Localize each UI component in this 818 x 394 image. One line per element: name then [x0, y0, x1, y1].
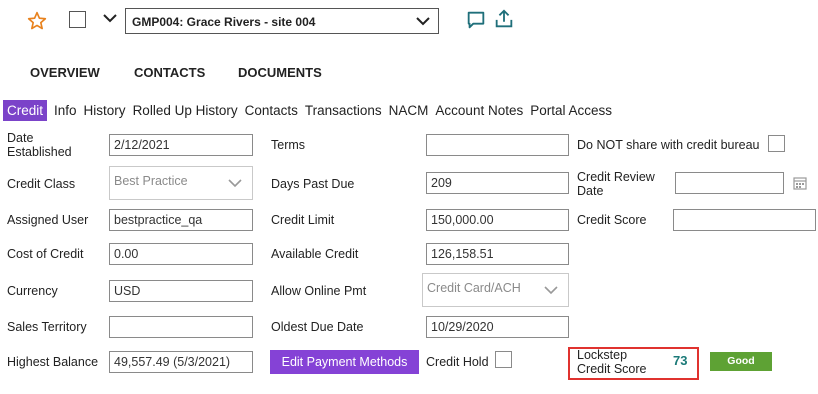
chevron-down-icon: [544, 286, 558, 295]
credit-limit-input[interactable]: 150,000.00: [426, 209, 569, 231]
calendar-icon[interactable]: [793, 176, 807, 190]
star-icon[interactable]: [27, 11, 47, 31]
credit-score-input[interactable]: [673, 209, 816, 231]
date-established-input[interactable]: 2/12/2021: [109, 134, 253, 156]
chevron-down-icon: [416, 17, 430, 26]
lockstep-credit-score-label: Lockstep Credit Score: [577, 348, 647, 376]
subtab-nacm[interactable]: NACM: [389, 100, 436, 121]
date-established-label: Date Established: [7, 131, 72, 159]
credit-score-label: Credit Score: [577, 213, 647, 227]
subtab-portal-access[interactable]: Portal Access: [530, 100, 619, 121]
days-past-due-input[interactable]: 209: [426, 172, 569, 194]
oldest-due-date-input[interactable]: 10/29/2020: [426, 316, 569, 338]
select-checkbox[interactable]: [69, 11, 86, 28]
tab-contacts[interactable]: CONTACTS: [134, 65, 205, 80]
subtab-account-notes[interactable]: Account Notes: [435, 100, 530, 121]
score-rating-badge: Good: [710, 352, 772, 371]
cost-of-credit-label: Cost of Credit: [7, 247, 84, 261]
days-past-due-label: Days Past Due: [271, 177, 355, 191]
edit-payment-methods-button[interactable]: Edit Payment Methods: [270, 350, 419, 374]
credit-review-date-label: Credit Review Date: [577, 170, 655, 198]
sub-tab-bar: Credit Info History Rolled Up History Co…: [3, 100, 619, 121]
highest-balance-input[interactable]: 49,557.49 (5/3/2021): [109, 351, 253, 373]
tab-overview[interactable]: OVERVIEW: [30, 65, 100, 80]
currency-input[interactable]: USD: [109, 280, 253, 302]
available-credit-input[interactable]: 126,158.51: [426, 243, 569, 265]
cost-of-credit-input[interactable]: 0.00: [109, 243, 253, 265]
credit-class-value: Best Practice: [114, 174, 188, 188]
terms-label: Terms: [271, 138, 306, 152]
sales-territory-label: Sales Territory: [7, 320, 87, 334]
subtab-info[interactable]: Info: [54, 100, 84, 121]
oldest-due-date-label: Oldest Due Date: [271, 320, 364, 334]
allow-online-pmt-select[interactable]: Credit Card/ACH: [422, 273, 569, 307]
subtab-transactions[interactable]: Transactions: [305, 100, 389, 121]
allow-online-pmt-value: Credit Card/ACH: [427, 281, 521, 295]
assigned-user-label: Assigned User: [7, 213, 89, 227]
subtab-credit[interactable]: Credit: [3, 100, 48, 121]
available-credit-label: Available Credit: [271, 247, 359, 261]
do-not-share-label: Do NOT share with credit bureau: [577, 138, 760, 152]
credit-hold-label: Credit Hold: [426, 355, 489, 369]
account-select-value: GMP004: Grace Rivers - site 004: [132, 15, 316, 29]
chevron-down-icon[interactable]: [102, 12, 118, 24]
credit-review-date-input[interactable]: [675, 172, 784, 194]
account-select[interactable]: GMP004: Grace Rivers - site 004: [125, 8, 439, 34]
terms-input[interactable]: [426, 134, 569, 156]
tab-documents[interactable]: DOCUMENTS: [238, 65, 322, 80]
credit-class-select[interactable]: Best Practice: [109, 166, 253, 200]
currency-label: Currency: [7, 284, 58, 298]
sales-territory-input[interactable]: [109, 316, 253, 338]
chevron-down-icon: [228, 179, 242, 188]
subtab-history[interactable]: History: [84, 100, 133, 121]
lockstep-score-value: 73: [673, 353, 688, 368]
credit-class-label: Credit Class: [7, 177, 76, 191]
chat-icon[interactable]: [465, 9, 487, 31]
allow-online-pmt-label: Allow Online Pmt: [271, 284, 367, 298]
assigned-user-input[interactable]: bestpractice_qa: [109, 209, 253, 231]
share-icon[interactable]: [493, 8, 515, 30]
subtab-rolled-up-history[interactable]: Rolled Up History: [133, 100, 245, 121]
credit-hold-checkbox[interactable]: [495, 351, 512, 368]
credit-limit-label: Credit Limit: [271, 213, 335, 227]
subtab-contacts[interactable]: Contacts: [245, 100, 305, 121]
do-not-share-checkbox[interactable]: [768, 135, 785, 152]
highest-balance-label: Highest Balance: [7, 355, 99, 369]
